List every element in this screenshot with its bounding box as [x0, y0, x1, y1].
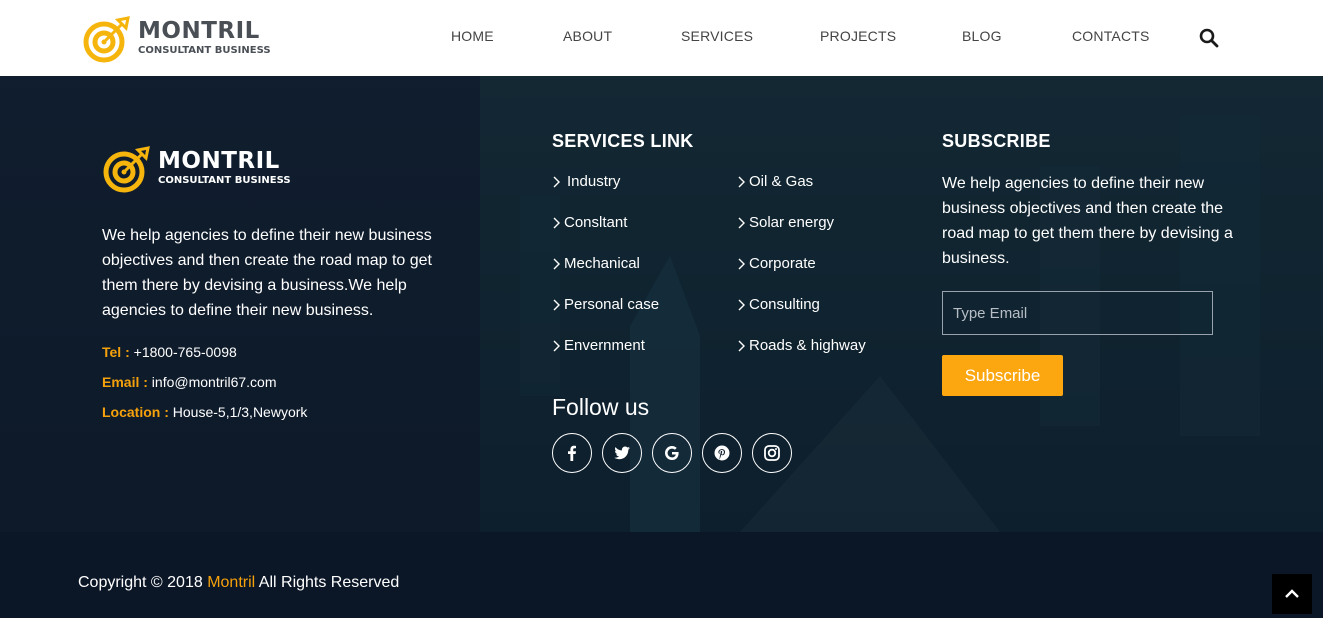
nav-home[interactable]: HOME [451, 28, 494, 44]
back-to-top-button[interactable] [1272, 574, 1312, 614]
facebook-icon [568, 445, 576, 461]
service-link-solar-energy[interactable]: Solar energy [737, 214, 834, 231]
service-link-envernment[interactable]: Envernment [552, 337, 645, 354]
chevron-right-icon [553, 176, 560, 187]
chevron-right-icon [553, 299, 560, 310]
search-icon[interactable] [1199, 28, 1219, 48]
service-link-personal-case[interactable]: Personal case [552, 296, 659, 313]
copyright-suffix: All Rights Reserved [258, 574, 400, 591]
nav-contacts[interactable]: CONTACTS [1072, 28, 1150, 44]
phone-label: Tel : [102, 344, 130, 360]
email-label: Email : [102, 374, 148, 390]
nav-services[interactable]: SERVICES [681, 28, 753, 44]
service-link-label: Consltant [564, 214, 628, 231]
location-value: House-5,1/3,Newyork [172, 404, 308, 420]
footer-bottom-bar: Copyright © 2018 Montril All Rights Rese… [0, 532, 1323, 618]
service-link-consulting[interactable]: Consulting [737, 296, 820, 313]
follow-us-title: Follow us [552, 394, 650, 420]
service-link-label: Consulting [749, 296, 820, 313]
chevron-up-icon [1285, 589, 1299, 598]
nav-projects[interactable]: PROJECTS [820, 28, 896, 44]
subscribe-title: SUBSCRIBE [942, 131, 1051, 151]
footer-brand-name: MONTRIL [158, 148, 280, 174]
service-link-label: Corporate [749, 255, 816, 272]
service-link-label: Roads & highway [749, 337, 866, 354]
pinterest-icon [714, 445, 730, 461]
service-link-mechanical[interactable]: Mechanical [552, 255, 640, 272]
chevron-right-icon [738, 176, 745, 187]
copyright-prefix: Copyright © 2018 [78, 574, 203, 591]
service-link-oil-gas[interactable]: Oil & Gas [737, 173, 813, 190]
google-icon [665, 446, 679, 460]
about-description: We help agencies to define their new bus… [102, 227, 432, 319]
instagram-button[interactable] [752, 433, 792, 473]
chevron-right-icon [738, 340, 745, 351]
instagram-icon [764, 445, 780, 461]
service-link-label: Oil & Gas [749, 173, 814, 190]
services-title: SERVICES LINK [552, 131, 694, 151]
facebook-button[interactable] [552, 433, 592, 473]
service-link-consltant[interactable]: Consltant [552, 214, 627, 231]
service-link-roads-highway[interactable]: Roads & highway [737, 337, 866, 354]
chevron-right-icon [738, 299, 745, 310]
nav-about[interactable]: ABOUT [563, 28, 612, 44]
chevron-right-icon [553, 340, 560, 351]
email-field[interactable] [942, 291, 1213, 335]
chevron-right-icon [553, 217, 560, 228]
contact-email: Email : info@montril67.com [102, 374, 277, 390]
service-link-label: Personal case [564, 296, 660, 313]
service-link-corporate[interactable]: Corporate [737, 255, 816, 272]
footer-logo[interactable]: MONTRIL CONSULTANT BUSINESS [102, 142, 291, 194]
twitter-icon [614, 446, 630, 460]
footer-main: MONTRIL CONSULTANT BUSINESS We help agen… [0, 76, 1323, 532]
google-button[interactable] [652, 433, 692, 473]
footer-brand-tagline: CONSULTANT BUSINESS [158, 175, 291, 186]
subscribe-button[interactable]: Subscribe [942, 355, 1063, 396]
service-link-label: Mechanical [564, 255, 640, 272]
location-label: Location : [102, 404, 169, 420]
chevron-right-icon [738, 217, 745, 228]
target-arrow-icon [103, 146, 150, 193]
phone-value[interactable]: +1800-765-0098 [134, 344, 237, 360]
chevron-right-icon [738, 258, 745, 269]
contact-phone: Tel : +1800-765-0098 [102, 344, 237, 360]
twitter-button[interactable] [602, 433, 642, 473]
copyright-brand[interactable]: Montril [207, 574, 255, 591]
contact-location: Location : House-5,1/3,Newyork [102, 404, 307, 420]
subscribe-description: We help agencies to define their new bus… [942, 175, 1233, 267]
chevron-right-icon [553, 258, 560, 269]
service-link-label: Envernment [564, 337, 645, 354]
site-header: MONTRIL CONSULTANT BUSINESS HOME ABOUT S… [0, 0, 1323, 76]
nav-blog[interactable]: BLOG [962, 28, 1002, 44]
main-nav: HOME ABOUT SERVICES PROJECTS BLOG CONTAC… [0, 28, 1323, 48]
pinterest-button[interactable] [702, 433, 742, 473]
email-value[interactable]: info@montril67.com [152, 374, 277, 390]
service-link-industry[interactable]: Industry [552, 173, 620, 190]
copyright-text: Copyright © 2018 Montril All Rights Rese… [78, 574, 399, 592]
service-link-label: Solar energy [749, 214, 835, 231]
service-link-label: Industry [567, 173, 621, 190]
